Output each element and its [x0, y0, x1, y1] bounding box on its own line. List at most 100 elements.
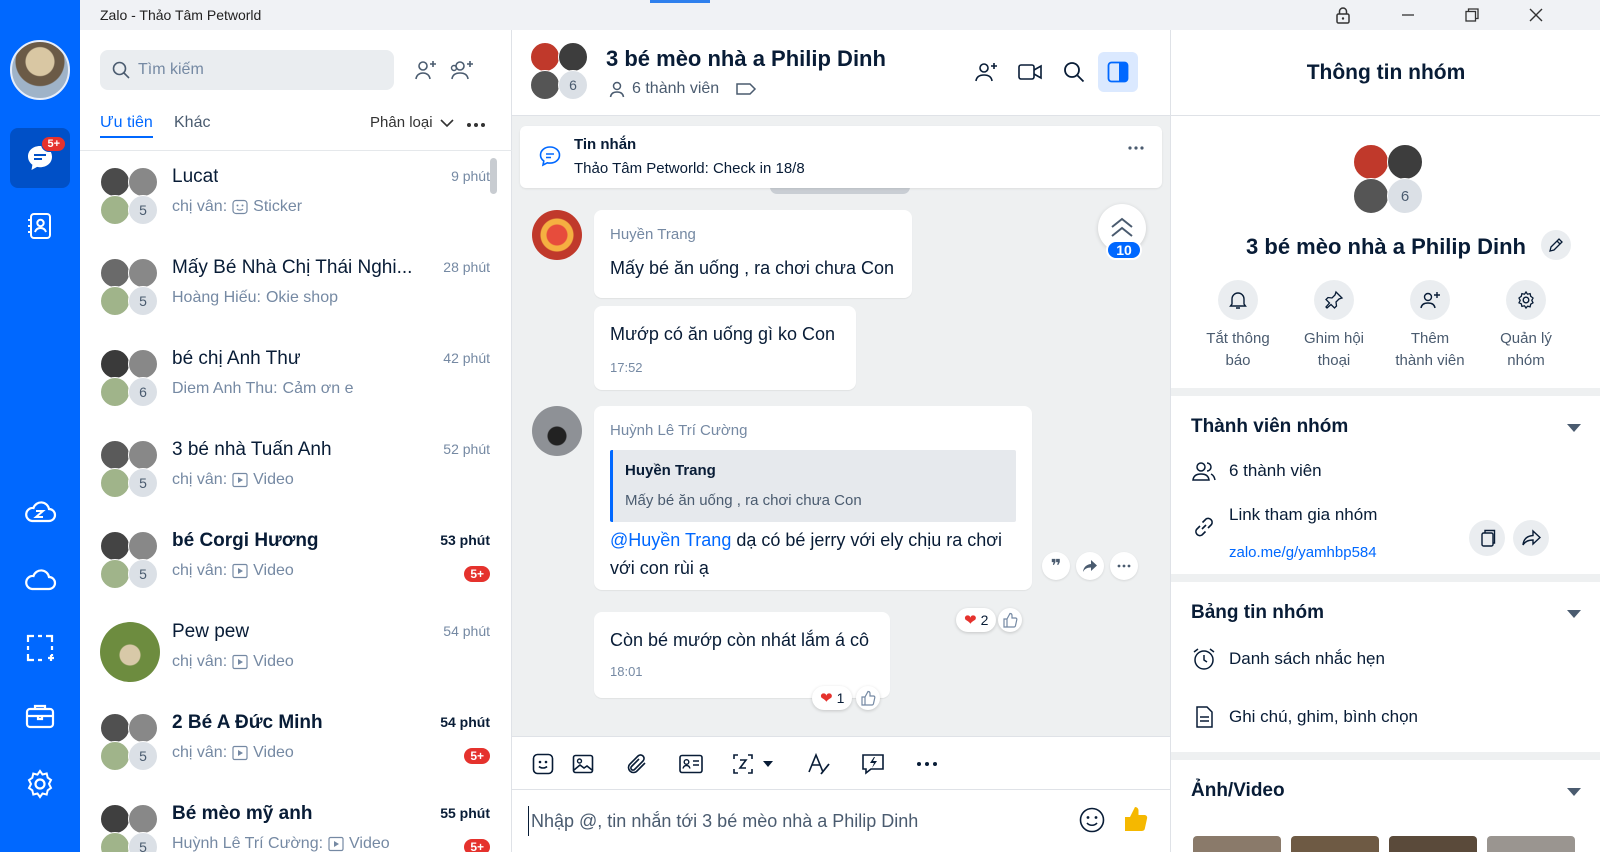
conversation-item[interactable]: 5 Mấy Bé Nhà Chị Thái Nghi... 28 phút Hoàng… [80, 243, 512, 335]
reminders-row[interactable]: Danh sách nhắc hẹn [1191, 646, 1385, 672]
search-input[interactable] [138, 61, 378, 79]
nav-contacts-button[interactable] [10, 196, 70, 256]
image-button[interactable] [568, 749, 598, 779]
quote-icon: ❞ [1050, 555, 1062, 576]
message-text-line2: với con rùi ạ [610, 558, 709, 578]
attach-file-button[interactable] [622, 749, 652, 779]
pin-conversation-action[interactable]: Ghim hội thoại [1289, 280, 1379, 372]
add-member-icon [1410, 280, 1450, 320]
lock-button[interactable] [1311, 0, 1375, 30]
media-thumbnail[interactable] [1487, 836, 1575, 852]
manage-group-action[interactable]: Quản lý nhóm [1481, 280, 1571, 372]
more-options-button[interactable] [466, 122, 486, 128]
contact-card-button[interactable] [676, 749, 706, 779]
emoji-button[interactable] [1078, 806, 1106, 834]
conversation-item[interactable]: 5 2 Bé A Đức Minh 54 phút chị vân: Video 5+ [80, 698, 512, 790]
nav-tools-button[interactable] [10, 686, 70, 746]
sticker-button[interactable] [528, 749, 558, 779]
video-call-button[interactable] [1010, 52, 1050, 92]
conversation-item[interactable]: 5 Bé mèo mỹ anh 55 phút Huỳnh Lê Trí Cường:… [80, 789, 512, 852]
sender-avatar[interactable] [532, 406, 582, 456]
screenshot-tool-button[interactable] [730, 749, 780, 779]
collapse-board-button[interactable] [1567, 610, 1581, 618]
tab-other[interactable]: Khác [174, 114, 210, 132]
sender-avatar[interactable] [532, 210, 582, 260]
add-friend-button[interactable] [408, 52, 444, 88]
message-sender: Huỳnh Lê Trí Cường [610, 422, 748, 439]
message-bubble[interactable]: Huyền Trang Mấy bé ăn uống , ra chơi chư… [594, 210, 912, 298]
restore-button[interactable] [1440, 0, 1504, 30]
members-icon [1192, 462, 1216, 481]
classify-dropdown[interactable]: Phân loại [370, 114, 455, 131]
video-icon [328, 836, 344, 852]
more-tools-button[interactable] [912, 749, 942, 779]
nav-cloud-button[interactable] [10, 550, 70, 610]
pinned-message[interactable]: Tin nhắn Thảo Tâm Petworld: Check in 18/… [520, 126, 1162, 188]
add-member-header-button[interactable] [966, 52, 1006, 92]
create-group-button[interactable] [444, 52, 480, 88]
preview-text: Video [253, 562, 294, 579]
nav-zcloud-button[interactable] [10, 482, 70, 542]
message-bubble[interactable]: Còn bé mướp còn nhát lắm á cô 18:01 [594, 612, 890, 698]
chat-area: 6 3 bé mèo nhà a Philip Dinh 6 thành viê… [512, 30, 1170, 852]
list-scrollbar[interactable] [490, 158, 497, 194]
user-avatar[interactable] [10, 40, 70, 100]
search-box[interactable] [100, 50, 394, 90]
edit-group-name-button[interactable] [1541, 230, 1571, 260]
copy-link-button[interactable] [1469, 520, 1505, 556]
tab-priority[interactable]: Ưu tiên [100, 114, 153, 138]
media-thumbnail[interactable] [1291, 836, 1379, 852]
quote-reply-button[interactable]: ❞ [1042, 552, 1070, 580]
nav-screenshot-button[interactable] [10, 618, 70, 678]
conversation-item[interactable]: 5 3 bé nhà Tuấn Anh 52 phút chị vân: Video [80, 425, 512, 517]
collapse-members-button[interactable] [1567, 424, 1581, 432]
member-count[interactable]: 6 thành viên [632, 80, 719, 98]
text-format-button[interactable] [804, 749, 834, 779]
invite-link-url[interactable]: zalo.me/g/yamhbp584 [1229, 544, 1377, 561]
mute-notifications-action[interactable]: Tắt thông báo [1193, 280, 1283, 372]
more-icon [917, 762, 937, 766]
forward-button[interactable] [1076, 552, 1104, 580]
reaction-summary[interactable]: ❤ 2 [956, 608, 997, 632]
message-bubble[interactable]: Mướp có ăn uống gì ko Con 17:52 [594, 306, 856, 390]
conversation-item[interactable]: 5 Lucat 9 phút chị vân: Sticker [80, 152, 512, 244]
notes-row[interactable]: Ghi chú, ghim, bình chọn [1191, 704, 1418, 730]
media-thumbnail[interactable] [1193, 836, 1281, 852]
add-member-action[interactable]: Thêm thành viên [1385, 280, 1475, 372]
tag-button[interactable] [735, 81, 757, 97]
video-icon [232, 472, 248, 488]
lightning-icon [862, 754, 884, 775]
mention-link[interactable]: @Huyền Trang [610, 530, 731, 550]
conversation-preview: chị vân: Video [172, 471, 294, 489]
collapse-media-button[interactable] [1567, 788, 1581, 796]
members-count-row[interactable]: 6 thành viên [1191, 460, 1322, 482]
pinned-text: Thảo Tâm Petworld: Check in 18/8 [574, 160, 805, 177]
message-text-line1: dạ có bé jerry với ely chịu ra chơi [731, 530, 1003, 550]
message-bubble[interactable]: Huỳnh Lê Trí Cường Huyền Trang Mấy bé ăn… [594, 406, 1032, 590]
message-input[interactable] [528, 806, 1048, 836]
conversation-item[interactable]: 5 bé Corgi Hương 53 phút chị vân: Video 5+ [80, 516, 512, 608]
quoted-message[interactable]: Huyền Trang Mấy bé ăn uống , ra chơi chư… [610, 450, 1016, 522]
info-group-avatar[interactable]: 6 [1353, 144, 1423, 214]
member-avatar [128, 440, 158, 470]
conversation-item[interactable]: Pew pew 54 phút chị vân: Video [80, 607, 512, 699]
search-messages-button[interactable] [1054, 52, 1094, 92]
toggle-info-panel-button[interactable] [1098, 52, 1138, 92]
group-avatar[interactable]: 6 [530, 42, 590, 102]
reaction-summary[interactable]: ❤ 1 [812, 686, 853, 710]
share-link-button[interactable] [1513, 520, 1549, 556]
conversation-name: 3 bé nhà Tuấn Anh [172, 439, 332, 460]
conversation-item[interactable]: 6 bé chị Anh Thư 42 phút Diem Anh Thu: Cảm ơ… [80, 334, 512, 426]
pinned-more-button[interactable] [1128, 146, 1144, 150]
message-more-button[interactable] [1110, 552, 1138, 580]
quick-message-button[interactable] [858, 749, 888, 779]
composer [512, 790, 1170, 852]
nav-messages-button[interactable]: 5+ [10, 128, 70, 188]
media-thumbnail[interactable] [1389, 836, 1477, 852]
minimize-button[interactable] [1376, 0, 1440, 30]
nav-settings-button[interactable] [10, 754, 70, 814]
send-like-button[interactable] [1122, 804, 1150, 834]
close-button[interactable] [1504, 0, 1568, 30]
like-button[interactable] [856, 686, 880, 710]
like-button[interactable] [998, 608, 1022, 632]
